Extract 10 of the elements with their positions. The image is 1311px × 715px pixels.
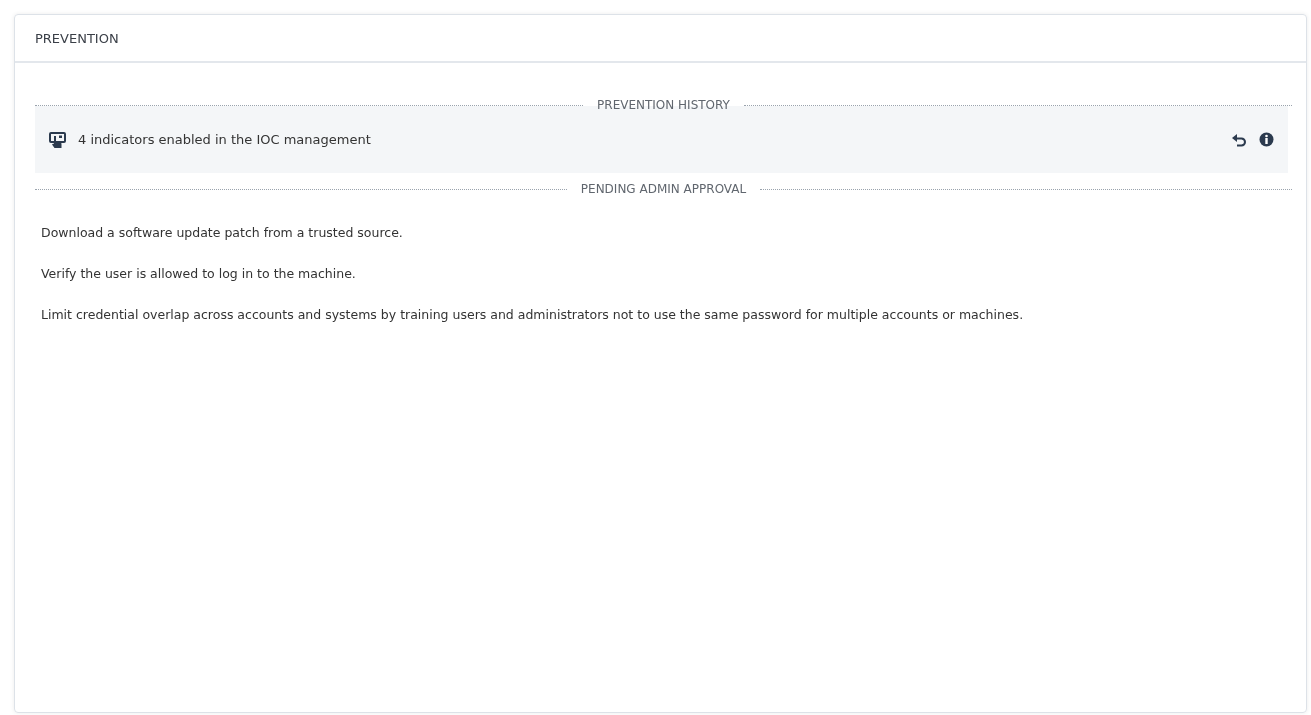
section-title: PREVENTION HISTORY: [597, 98, 730, 112]
recommendation-text: Limit credential overlap across accounts and systems by training users and administrators not to use the same password for multiple accounts or machines.: [41, 306, 1025, 324]
undo-icon[interactable]: [1231, 132, 1247, 147]
section-title: PENDING ADMIN APPROVAL: [580, 182, 747, 196]
recommendation-text: Download a software update patch from a trusted source.: [41, 224, 404, 242]
history-text: 4 indicators enabled in the IOC management: [78, 132, 371, 147]
hand-screen-icon: [49, 131, 66, 148]
info-icon[interactable]: [1259, 132, 1274, 147]
recommendation-text: Verify the user is allowed to log in to the machine.: [41, 265, 357, 283]
panel-title: PREVENTION: [35, 30, 119, 46]
